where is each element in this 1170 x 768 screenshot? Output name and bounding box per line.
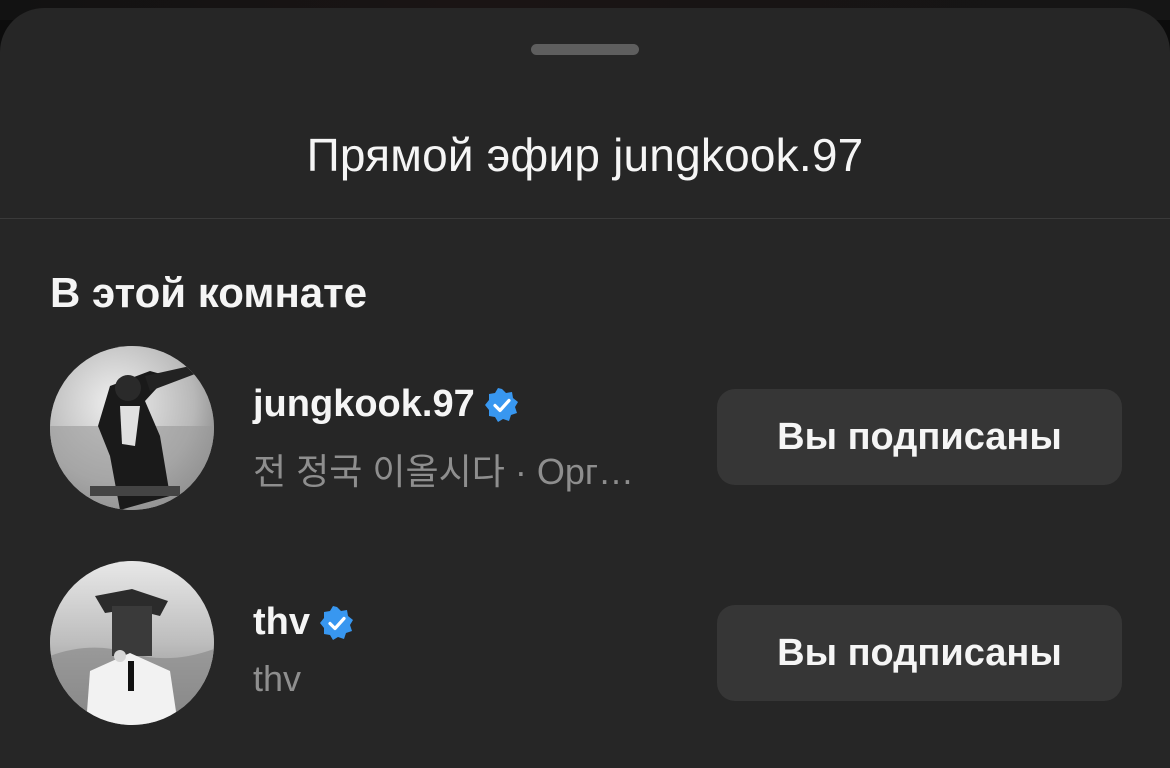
header-divider bbox=[0, 218, 1170, 219]
live-room-sheet: Прямой эфир jungkook.97 В этой комнате j… bbox=[0, 8, 1170, 768]
avatar[interactable] bbox=[50, 561, 214, 725]
participant-row[interactable]: jungkook.97 전 정국 이올시다 · Орг… Вы подписан… bbox=[0, 338, 1170, 510]
section-heading: В этой комнате bbox=[50, 269, 368, 316]
drag-handle[interactable] bbox=[531, 44, 639, 55]
verified-badge-icon bbox=[484, 387, 519, 422]
following-button[interactable]: Вы подписаны bbox=[717, 605, 1122, 701]
username-line[interactable]: jungkook.97 bbox=[253, 383, 519, 426]
username[interactable]: jungkook.97 bbox=[253, 383, 475, 426]
following-button[interactable]: Вы подписаны bbox=[717, 389, 1122, 485]
sheet-title: Прямой эфир jungkook.97 bbox=[306, 129, 864, 181]
avatar[interactable] bbox=[50, 346, 214, 510]
username-line[interactable]: thv bbox=[253, 601, 354, 644]
username[interactable]: thv bbox=[253, 601, 310, 644]
participant-subtitle: 전 정국 이올시다 · Орг… bbox=[253, 451, 634, 492]
participant-row[interactable]: thv thv Вы подписаны bbox=[0, 553, 1170, 725]
verified-badge-icon bbox=[320, 605, 354, 640]
participant-subtitle: thv bbox=[253, 658, 302, 699]
